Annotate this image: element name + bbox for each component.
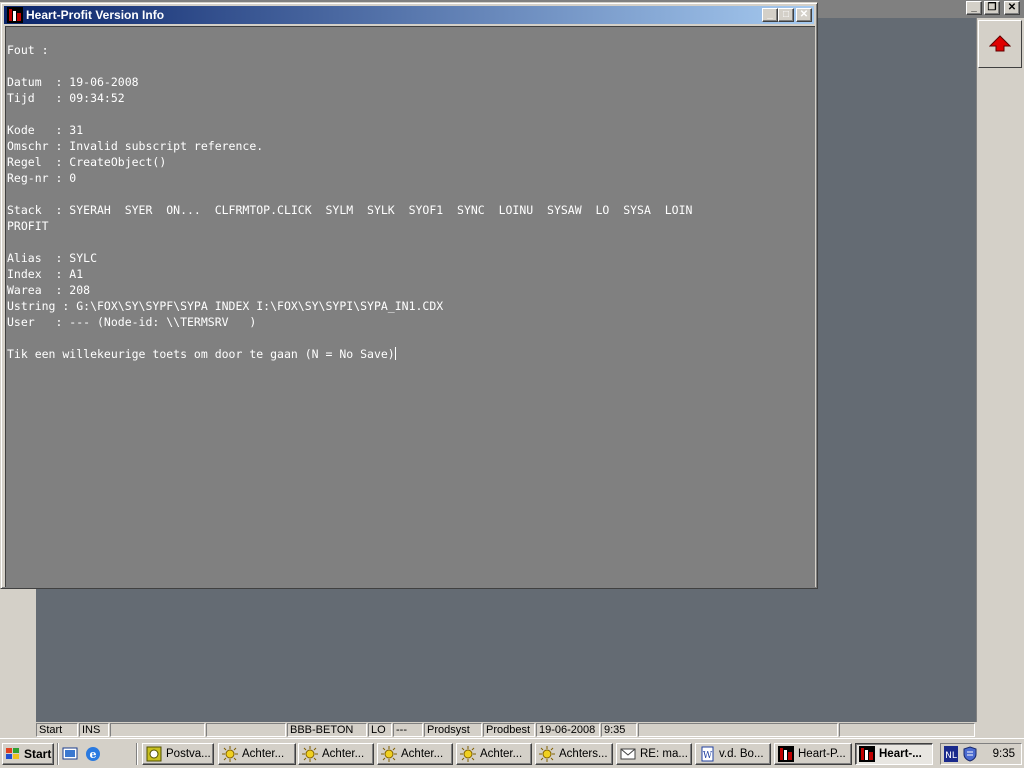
status-cell-time: 9:35: [601, 723, 637, 737]
app-window-controls: _ ❐ ✕: [966, 1, 1020, 15]
task-label: Postva...: [166, 748, 211, 760]
app-minimize-button[interactable]: _: [966, 1, 982, 15]
word-document-icon: W: [701, 746, 714, 762]
up-arrow-icon: [989, 35, 1011, 52]
line-fout: Fout :: [7, 43, 49, 57]
task-label: Achter...: [242, 748, 285, 760]
task-label: Heart-P...: [798, 748, 846, 760]
sun-icon: [539, 746, 555, 762]
text-cursor: [394, 347, 396, 360]
task-label: Achter...: [322, 748, 365, 760]
start-button[interactable]: Start: [2, 743, 54, 765]
taskbar: Start e Postva... Achter... Achter... Ac…: [0, 738, 1024, 768]
outlook-calendar-icon: [146, 746, 162, 762]
task-label: Achters...: [559, 748, 608, 760]
internet-explorer-icon[interactable]: e: [84, 745, 102, 763]
dialog-maximize-button[interactable]: □: [778, 8, 794, 22]
statusbar-right-gray: [976, 722, 1024, 738]
status-cell-lo: LO: [368, 723, 392, 737]
line-stack-cont: PROFIT: [7, 219, 49, 233]
dialog-titlebar[interactable]: Heart-Profit Version Info _ □ ✕: [4, 6, 814, 24]
status-cell-date: 19-06-2008: [536, 723, 600, 737]
sun-icon: [381, 746, 397, 762]
status-cell-prodsyst: Prodsyst: [424, 723, 482, 737]
dialog-title: Heart-Profit Version Info: [26, 8, 165, 22]
mail-envelope-icon: [620, 748, 636, 760]
dialog-close-button[interactable]: ✕: [796, 8, 812, 22]
statusbar: Start INS BBB-BETON LO --- Prodsyst Prod…: [36, 722, 976, 738]
status-cell-company: BBB-BETON: [287, 723, 367, 737]
task-button-achter-3[interactable]: Achter...: [377, 743, 453, 765]
heart-profit-app-icon: [859, 746, 875, 762]
status-cell-start: Start: [36, 723, 78, 737]
language-indicator-icon[interactable]: NL: [944, 746, 958, 762]
statusbar-left-gray: [0, 722, 36, 738]
line-user: User : --- (Node-id: \\TERMSRV ): [7, 315, 257, 329]
dialog-window-controls: _ □ ✕: [762, 8, 812, 22]
task-label: Achter...: [480, 748, 523, 760]
sun-icon: [460, 746, 476, 762]
line-omschr: Omschr : Invalid subscript reference.: [7, 139, 264, 153]
heart-profit-app-icon: [778, 746, 794, 762]
quicklaunch-separator: [57, 743, 59, 765]
up-arrow-button[interactable]: [978, 20, 1022, 68]
task-button-re-mail[interactable]: RE: ma...: [616, 743, 692, 765]
dialog-minimize-button[interactable]: _: [762, 8, 778, 22]
status-cell-empty-1: [110, 723, 205, 737]
line-ustring: Ustring : G:\FOX\SY\SYPF\SYPA INDEX I:\F…: [7, 299, 444, 313]
security-shield-icon[interactable]: [962, 746, 978, 762]
line-kode: Kode : 31: [7, 123, 84, 137]
task-button-heart-p[interactable]: Heart-P...: [774, 743, 852, 765]
line-warea: Warea : 208: [7, 283, 91, 297]
task-label: RE: ma...: [640, 748, 688, 760]
clock[interactable]: 9:35: [993, 748, 1015, 760]
app-restore-button[interactable]: ❐: [984, 1, 1000, 15]
console-output[interactable]: Fout : Datum : 19-06-2008 Tijd : 09:34:5…: [5, 26, 815, 587]
heart-profit-app-icon: [7, 7, 23, 23]
right-panel: [976, 18, 1024, 722]
windows-logo-icon: [6, 748, 19, 759]
line-datum: Datum : 19-06-2008: [7, 75, 139, 89]
status-cell-prodbest: Prodbest: [483, 723, 535, 737]
line-stack: Stack : SYERAH SYER ON... CLFRMTOP.CLICK…: [7, 203, 693, 217]
sun-icon: [222, 746, 238, 762]
line-regel: Regel : CreateObject(): [7, 155, 167, 169]
task-label: v.d. Bo...: [719, 748, 764, 760]
start-label: Start: [24, 747, 52, 761]
status-cell-user: ---: [393, 723, 423, 737]
task-label: Achter...: [401, 748, 444, 760]
app-close-button[interactable]: ✕: [1004, 1, 1020, 15]
status-cell-empty-3: [638, 723, 838, 737]
line-tijd: Tijd : 09:34:52: [7, 91, 125, 105]
line-prompt: Tik een willekeurige toets om door te ga…: [7, 346, 396, 362]
status-cell-empty-2: [206, 723, 286, 737]
svg-text:e: e: [90, 748, 97, 761]
line-alias: Alias : SYLC: [7, 251, 98, 265]
show-desktop-icon[interactable]: [62, 745, 80, 763]
task-button-achter-2[interactable]: Achter...: [298, 743, 374, 765]
task-label: Heart-...: [879, 748, 922, 760]
task-button-achters[interactable]: Achters...: [535, 743, 613, 765]
line-reg-nr: Reg-nr : 0: [7, 171, 77, 185]
task-button-achter-1[interactable]: Achter...: [218, 743, 296, 765]
task-button-achter-4[interactable]: Achter...: [456, 743, 532, 765]
task-button-postvak[interactable]: Postva...: [142, 743, 214, 765]
svg-text:W: W: [703, 751, 713, 761]
task-button-heart-active[interactable]: Heart-...: [855, 743, 933, 765]
tasks-separator: [136, 743, 138, 765]
svg-text:NL: NL: [945, 751, 957, 761]
version-info-dialog: Heart-Profit Version Info _ □ ✕ Fout : D…: [0, 2, 818, 589]
line-index: Index : A1: [7, 267, 84, 281]
system-tray: NL 9:35: [940, 743, 1022, 765]
prompt-text: Tik een willekeurige toets om door te ga…: [7, 347, 395, 361]
status-cell-ins: INS: [79, 723, 109, 737]
status-cell-empty-4: [839, 723, 975, 737]
sun-icon: [302, 746, 318, 762]
task-button-vd-bo[interactable]: W v.d. Bo...: [695, 743, 771, 765]
